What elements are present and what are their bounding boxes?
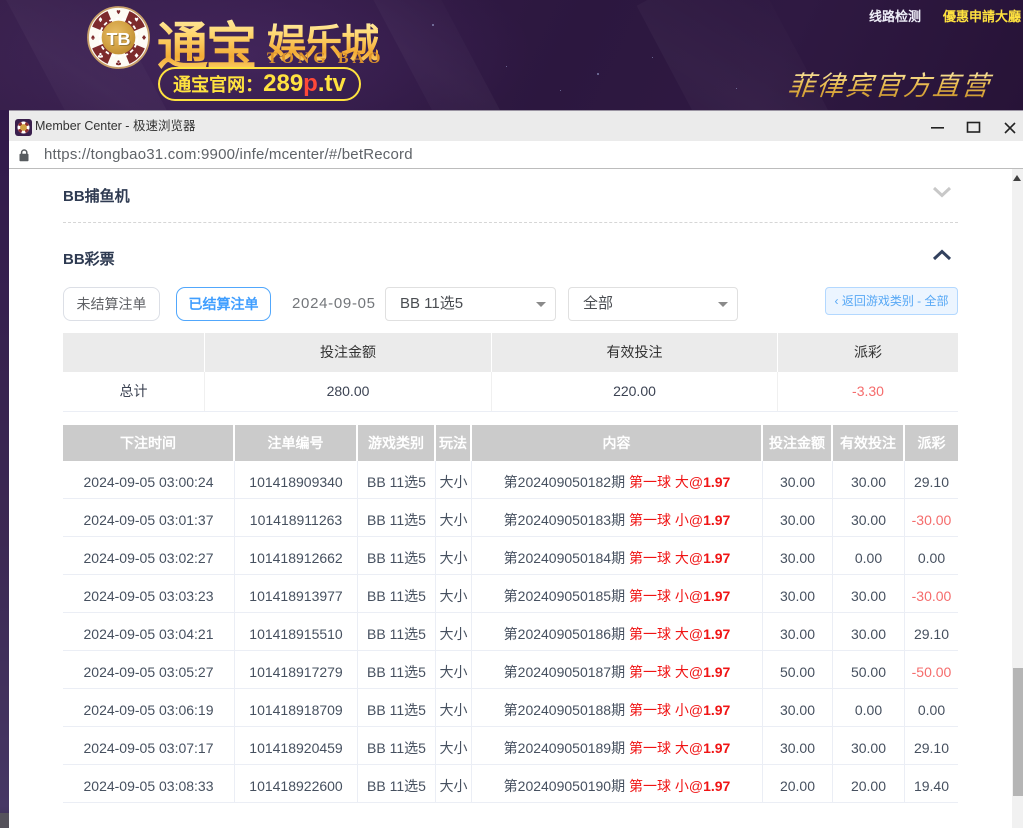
svg-text:TB: TB — [107, 29, 131, 49]
